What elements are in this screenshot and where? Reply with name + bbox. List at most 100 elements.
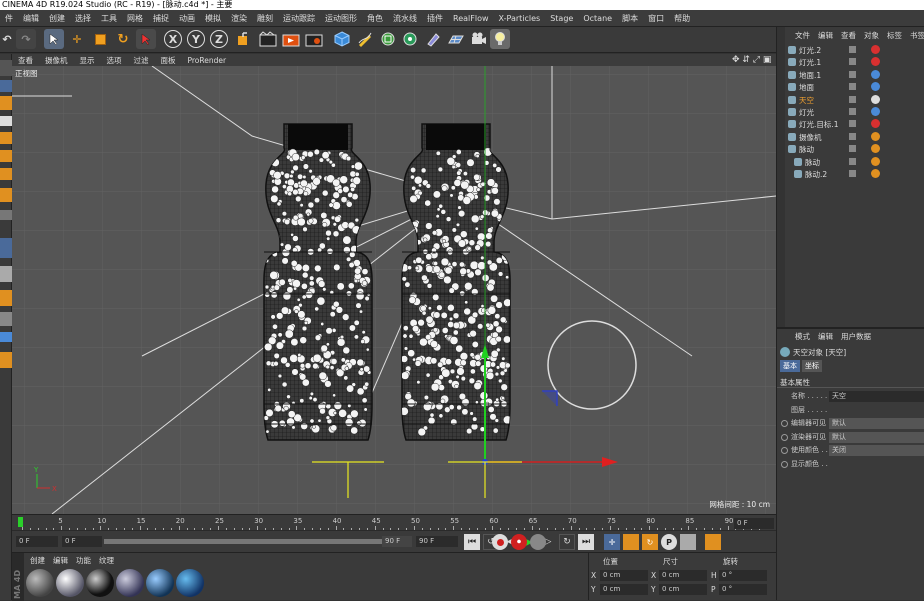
rotate-tool-icon[interactable]: ↻: [113, 29, 133, 49]
camera-icon[interactable]: [469, 29, 489, 49]
select-tool-icon[interactable]: [44, 29, 64, 49]
menu-item[interactable]: 帮助: [669, 13, 695, 24]
pla-key-icon[interactable]: [680, 534, 696, 550]
end-frame-field[interactable]: 90 F: [416, 536, 458, 547]
object-menu-item[interactable]: 查看: [837, 30, 860, 41]
attr-menu-item[interactable]: 编辑: [814, 331, 837, 342]
visibility-toggle[interactable]: [849, 157, 856, 165]
object-row[interactable]: 地面: [785, 81, 924, 93]
floor-icon[interactable]: [446, 29, 466, 49]
visibility-toggle[interactable]: [849, 120, 856, 128]
auto-key-icon[interactable]: ⏺: [511, 534, 527, 550]
object-name[interactable]: 摄像机: [799, 132, 822, 143]
menu-item[interactable]: 脚本: [617, 13, 643, 24]
polygons-mode-icon[interactable]: [0, 168, 12, 180]
next-key-icon[interactable]: ↻: [559, 534, 575, 550]
bottle-left[interactable]: [262, 123, 374, 441]
material-ball[interactable]: [26, 569, 54, 597]
menu-item[interactable]: 件: [0, 13, 18, 24]
points-mode-icon[interactable]: [0, 132, 12, 144]
attr-tab[interactable]: 基本: [780, 360, 800, 372]
material-tab[interactable]: 创建: [26, 555, 49, 566]
object-row[interactable]: 脉动.2: [785, 168, 924, 180]
visibility-toggle[interactable]: [849, 170, 856, 177]
visibility-toggle[interactable]: [849, 132, 856, 140]
start-frame-field[interactable]: 0 F: [16, 536, 58, 547]
menu-item[interactable]: 工具: [96, 13, 122, 24]
workplane-icon[interactable]: [0, 116, 12, 126]
attr-field-value[interactable]: 默认: [829, 431, 924, 443]
playhead[interactable]: [18, 517, 23, 527]
coord-rot-field[interactable]: 0 °: [719, 584, 767, 595]
render-view-icon[interactable]: [258, 29, 278, 49]
coord-size-field[interactable]: 0 cm: [659, 570, 707, 581]
viewport-menu-item[interactable]: 显示: [74, 55, 101, 66]
redo-icon[interactable]: ↷: [16, 29, 36, 49]
viewport-menu-item[interactable]: 摄像机: [39, 55, 74, 66]
visibility-toggle[interactable]: [849, 46, 856, 53]
menu-item[interactable]: 编辑: [18, 13, 44, 24]
object-menu-item[interactable]: 标签: [883, 30, 906, 41]
move-tool-icon[interactable]: ✛: [67, 29, 87, 49]
object-tag-icon[interactable]: [871, 119, 880, 129]
record-icon[interactable]: [492, 534, 508, 550]
menu-item[interactable]: 流水线: [388, 13, 422, 24]
scale-tool-icon[interactable]: [90, 29, 110, 49]
menu-item[interactable]: 雕刻: [252, 13, 278, 24]
object-row[interactable]: 天空: [785, 94, 924, 106]
preview-end-field[interactable]: 90 F: [382, 536, 412, 547]
object-tag-icon[interactable]: [871, 156, 880, 166]
axis-z-button[interactable]: Z: [210, 30, 228, 48]
menu-item[interactable]: 捕捉: [148, 13, 174, 24]
object-name[interactable]: 天空: [799, 95, 814, 106]
material-ball[interactable]: [146, 569, 174, 597]
workplane-lock-icon[interactable]: [0, 266, 12, 282]
attr-field-value[interactable]: 关闭: [829, 445, 924, 457]
viewport-menu-item[interactable]: 选项: [101, 55, 128, 66]
preview-start-field[interactable]: 0 F: [62, 536, 102, 547]
param-key-icon[interactable]: P: [661, 534, 677, 550]
menu-item[interactable]: 动画: [174, 13, 200, 24]
menu-item[interactable]: Octane: [578, 14, 617, 23]
visibility-toggle[interactable]: [849, 70, 856, 78]
visibility-toggle[interactable]: [849, 95, 856, 103]
viewport-nav-icons[interactable]: ✥ ⇵ ⤢ ▣: [732, 55, 771, 65]
object-name[interactable]: 脉动: [799, 144, 814, 155]
coord-pos-field[interactable]: 0 cm: [600, 584, 648, 595]
object-row[interactable]: 地面.1: [785, 69, 924, 81]
object-row[interactable]: 灯光.目标.1: [785, 118, 924, 130]
animate-radio[interactable]: [781, 461, 788, 468]
range-slider[interactable]: [104, 539, 404, 544]
material-ball[interactable]: [86, 569, 114, 597]
attr-field-value[interactable]: 默认: [829, 418, 924, 430]
snap-icon[interactable]: [0, 238, 12, 258]
object-tag-icon[interactable]: [871, 107, 880, 116]
object-menu-item[interactable]: 编辑: [814, 30, 837, 41]
menu-item[interactable]: 网格: [122, 13, 148, 24]
deformer-icon[interactable]: [423, 29, 443, 49]
attr-tab[interactable]: 坐标: [802, 360, 822, 372]
coord-size-field[interactable]: 0 cm: [659, 584, 707, 595]
object-tag-icon[interactable]: [871, 45, 880, 54]
render-picture-viewer-icon[interactable]: [281, 29, 301, 49]
cloner-icon[interactable]: [400, 29, 420, 49]
object-tag-icon[interactable]: [871, 144, 880, 154]
object-menu-item[interactable]: 书签: [906, 30, 924, 41]
object-tag-icon[interactable]: [871, 69, 880, 79]
object-row[interactable]: 灯光: [785, 106, 924, 118]
object-row[interactable]: 脉动: [785, 156, 924, 168]
object-name[interactable]: 灯光.目标.1: [799, 119, 839, 130]
object-name[interactable]: 灯光: [799, 107, 814, 118]
object-row[interactable]: 灯光.1: [785, 56, 924, 68]
object-row[interactable]: 灯光.2: [785, 44, 924, 56]
visibility-toggle[interactable]: [849, 58, 856, 66]
object-tag-icon[interactable]: [871, 82, 880, 92]
material-tab[interactable]: 功能: [72, 555, 95, 566]
edges-mode-icon[interactable]: [0, 150, 12, 162]
object-tag-icon[interactable]: [871, 131, 880, 141]
attr-menu-item[interactable]: 模式: [791, 331, 814, 342]
undo-icon[interactable]: ↶: [0, 29, 14, 49]
axis-y-button[interactable]: Y: [187, 30, 205, 48]
attr-menu-item[interactable]: 用户数据: [837, 331, 875, 342]
viewport-menu-item[interactable]: ProRender: [182, 56, 233, 65]
